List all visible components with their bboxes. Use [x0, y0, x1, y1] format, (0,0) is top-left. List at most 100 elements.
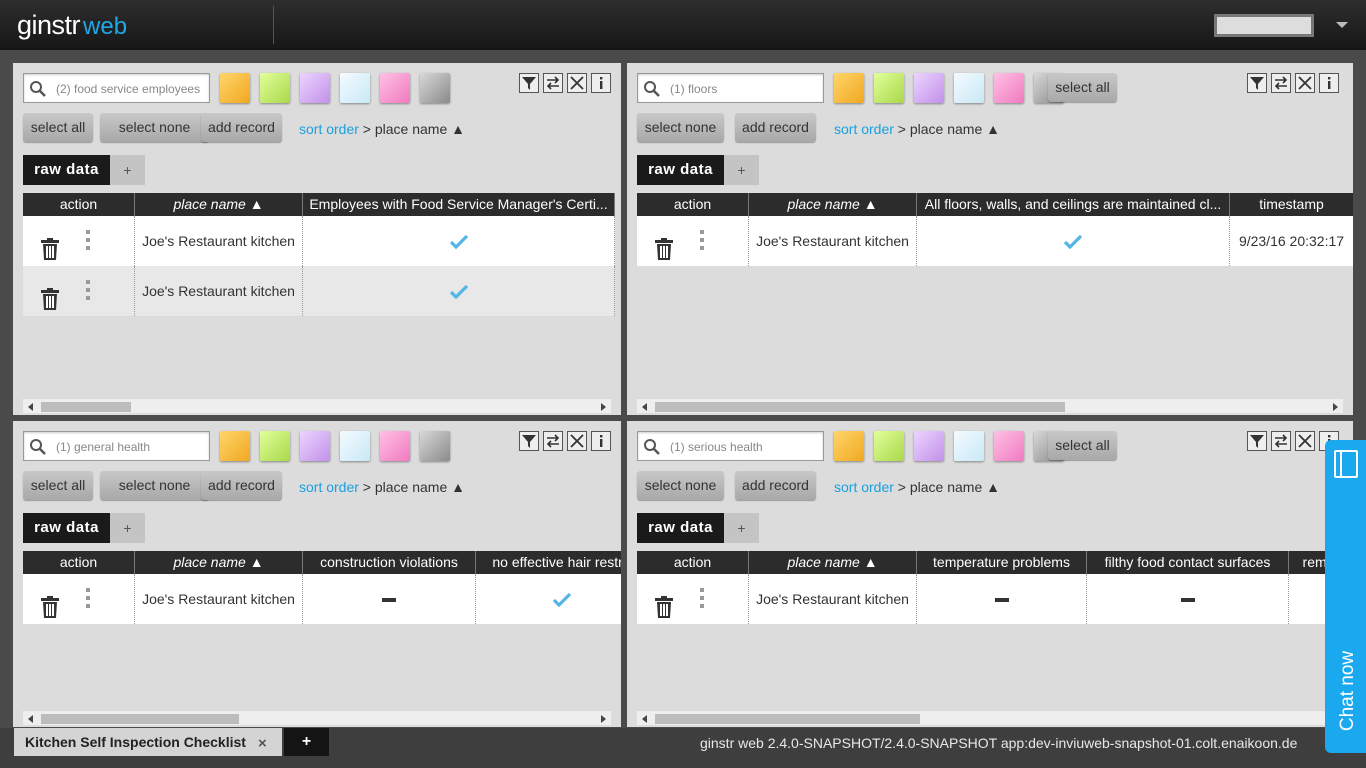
sort-order-link[interactable]: sort order: [299, 479, 359, 495]
table-row[interactable]: Joe's Restaurant kitchen: [23, 266, 615, 316]
table-row[interactable]: Joe's Restaurant kitchen: [637, 574, 1349, 624]
add-record-button[interactable]: add record: [201, 113, 282, 142]
select-all-button[interactable]: select all: [1048, 73, 1117, 102]
color-filter-pink[interactable]: [994, 431, 1024, 461]
table-cell[interactable]: Joe's Restaurant kitchen: [135, 266, 303, 316]
close-icon[interactable]: ×: [258, 735, 267, 752]
info-icon[interactable]: [591, 73, 611, 93]
delete-icon[interactable]: [40, 230, 60, 260]
color-filter-gray[interactable]: [420, 73, 450, 103]
color-filter-green[interactable]: [260, 431, 290, 461]
table-cell[interactable]: [23, 266, 135, 316]
color-filter-purple[interactable]: [914, 73, 944, 103]
column-header[interactable]: place name ▲: [749, 551, 917, 574]
delete-icon[interactable]: [40, 280, 60, 310]
scroll-right-icon[interactable]: [601, 715, 606, 723]
table-cell[interactable]: [23, 574, 135, 624]
color-filter-pink[interactable]: [994, 73, 1024, 103]
swap-icon[interactable]: [543, 73, 563, 93]
delete-icon[interactable]: [654, 588, 674, 618]
table-cell[interactable]: Joe's Restaurant kitchen: [135, 216, 303, 266]
table-cell[interactable]: [1087, 574, 1289, 624]
color-filter-green[interactable]: [874, 431, 904, 461]
filter-icon[interactable]: [1247, 73, 1267, 93]
column-header[interactable]: place name ▲: [749, 193, 917, 216]
color-filter-blue[interactable]: [340, 73, 370, 103]
search-input[interactable]: (1) serious health: [637, 431, 824, 461]
column-header[interactable]: filthy food contact surfaces: [1087, 551, 1289, 574]
info-icon[interactable]: [591, 431, 611, 451]
close-box-icon[interactable]: [567, 431, 587, 451]
scroll-left-icon[interactable]: [642, 403, 647, 411]
column-header[interactable]: action: [637, 551, 749, 574]
delete-icon[interactable]: [654, 230, 674, 260]
add-record-button[interactable]: add record: [735, 471, 816, 500]
more-menu-icon[interactable]: [86, 588, 90, 608]
column-header[interactable]: construction violations: [303, 551, 476, 574]
table-cell[interactable]: [917, 216, 1230, 266]
color-filter-orange[interactable]: [834, 73, 864, 103]
scroll-right-icon[interactable]: [601, 403, 606, 411]
filter-icon[interactable]: [519, 431, 539, 451]
table-row[interactable]: Joe's Restaurant kitchen: [23, 216, 615, 266]
column-header[interactable]: Employees with Food Service Manager's Ce…: [303, 193, 615, 216]
select-none-button[interactable]: select none: [100, 113, 209, 142]
horizontal-scrollbar[interactable]: [637, 399, 1343, 413]
table-cell[interactable]: [303, 266, 615, 316]
column-header[interactable]: no effective hair restra: [476, 551, 621, 574]
swap-icon[interactable]: [543, 431, 563, 451]
color-filter-pink[interactable]: [380, 431, 410, 461]
add-view-tab[interactable]: +: [724, 155, 759, 185]
scrollbar-thumb[interactable]: [655, 402, 1065, 412]
add-record-button[interactable]: add record: [201, 471, 282, 500]
scrollbar-thumb[interactable]: [41, 402, 131, 412]
scrollbar-thumb[interactable]: [655, 714, 920, 724]
color-filter-green[interactable]: [874, 73, 904, 103]
table-cell[interactable]: [476, 574, 621, 624]
column-header[interactable]: timestamp: [1230, 193, 1353, 216]
more-menu-icon[interactable]: [86, 280, 90, 300]
column-header[interactable]: action: [637, 193, 749, 216]
search-input[interactable]: (1) floors: [637, 73, 824, 103]
color-filter-blue[interactable]: [340, 431, 370, 461]
select-all-button[interactable]: select all: [23, 471, 93, 500]
table-row[interactable]: Joe's Restaurant kitchen: [23, 574, 621, 624]
document-tab[interactable]: Kitchen Self Inspection Checklist ×: [14, 728, 282, 756]
table-cell[interactable]: Joe's Restaurant kitchen: [749, 574, 917, 624]
more-menu-icon[interactable]: [700, 230, 704, 250]
chat-now-button[interactable]: Chat now: [1325, 440, 1366, 753]
column-header[interactable]: All floors, walls, and ceilings are main…: [917, 193, 1230, 216]
table-cell[interactable]: [917, 574, 1087, 624]
table-cell[interactable]: [303, 574, 476, 624]
color-filter-pink[interactable]: [380, 73, 410, 103]
table-cell[interactable]: [23, 216, 135, 266]
search-input[interactable]: (1) general health: [23, 431, 210, 461]
tab-raw-data[interactable]: raw data: [637, 155, 724, 185]
table-cell[interactable]: Joe's Restaurant kitchen: [135, 574, 303, 624]
color-filter-gray[interactable]: [420, 431, 450, 461]
sort-order-link[interactable]: sort order: [834, 121, 894, 137]
add-tab-button[interactable]: +: [284, 728, 329, 756]
column-header[interactable]: place name ▲: [135, 193, 303, 216]
scroll-left-icon[interactable]: [642, 715, 647, 723]
info-icon[interactable]: [1319, 73, 1339, 93]
close-box-icon[interactable]: [567, 73, 587, 93]
column-header[interactable]: place name ▲: [135, 551, 303, 574]
scroll-left-icon[interactable]: [28, 403, 33, 411]
app-logo[interactable]: ginstr web: [17, 8, 127, 42]
add-record-button[interactable]: add record: [735, 113, 816, 142]
color-filter-orange[interactable]: [220, 431, 250, 461]
color-filter-purple[interactable]: [300, 73, 330, 103]
tab-raw-data[interactable]: raw data: [23, 513, 110, 543]
delete-icon[interactable]: [40, 588, 60, 618]
column-header[interactable]: temperature problems: [917, 551, 1087, 574]
color-filter-blue[interactable]: [954, 431, 984, 461]
table-cell[interactable]: [637, 216, 749, 266]
table-row[interactable]: Joe's Restaurant kitchen 9/23/16 20:32:17: [637, 216, 1353, 266]
scrollbar-thumb[interactable]: [41, 714, 239, 724]
chevron-down-icon[interactable]: [1336, 22, 1348, 28]
color-filter-purple[interactable]: [300, 431, 330, 461]
sort-order-link[interactable]: sort order: [299, 121, 359, 137]
swap-icon[interactable]: [1271, 73, 1291, 93]
horizontal-scrollbar[interactable]: [637, 711, 1343, 725]
